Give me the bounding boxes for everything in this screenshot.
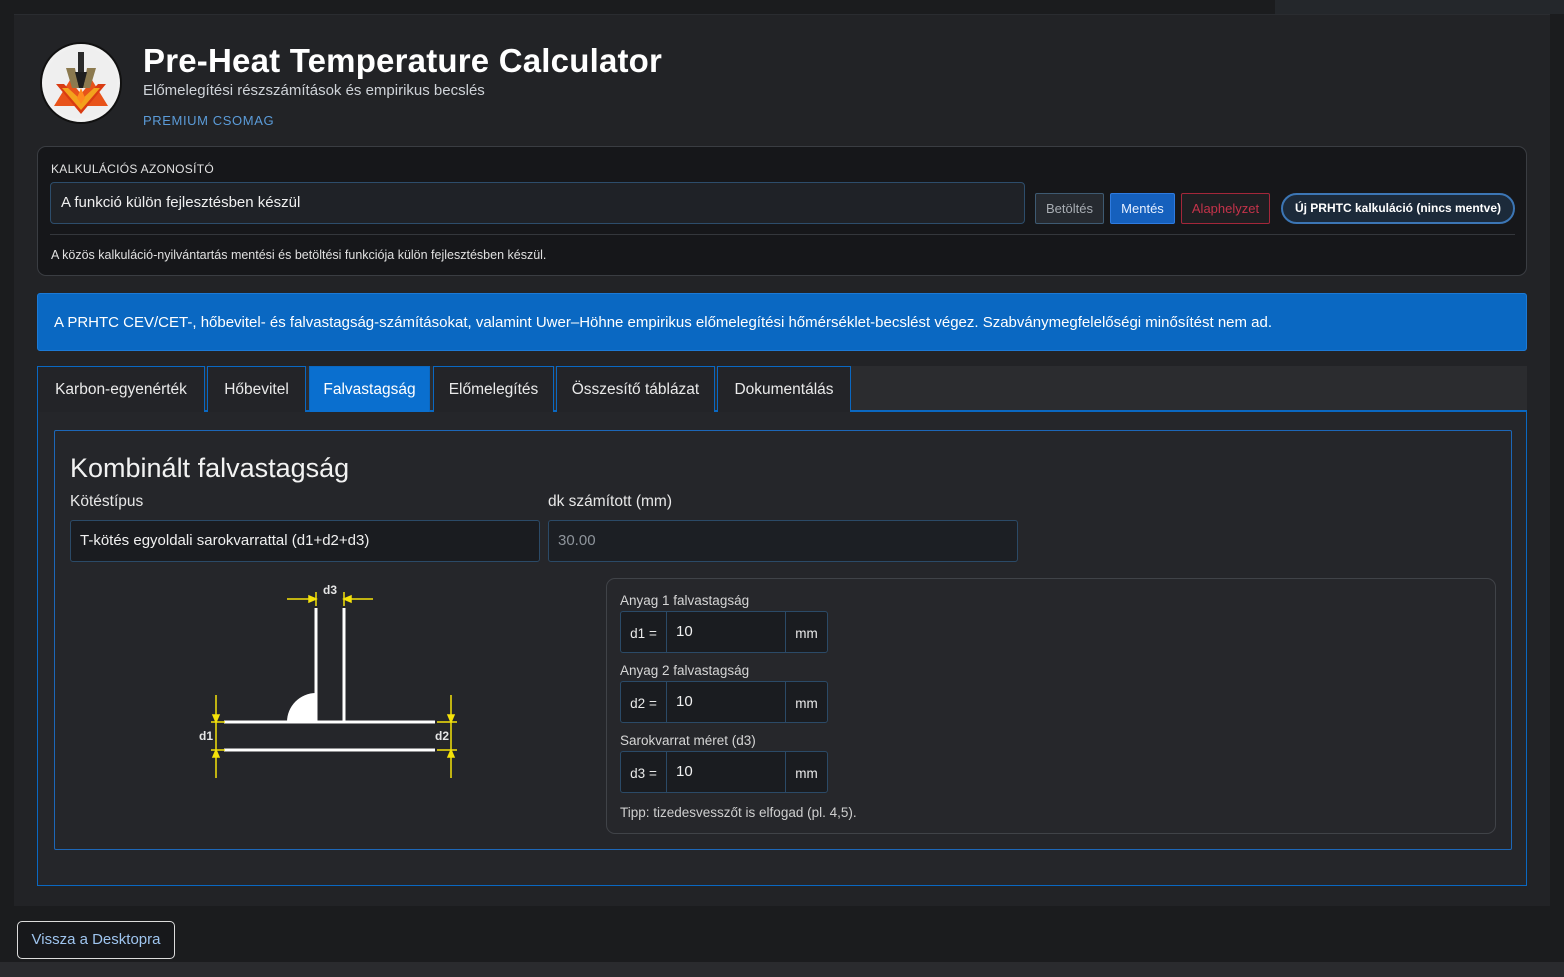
load-button[interactable]: Betöltés — [1035, 193, 1104, 224]
d2-label: d2 — [435, 729, 449, 743]
tab-summary-table[interactable]: Összesítő táblázat — [556, 366, 715, 412]
joint-type-label: Kötéstípus — [70, 493, 144, 510]
d2-unit: mm — [785, 681, 828, 723]
window-bottom-strip — [0, 962, 1564, 977]
window-top-bar — [1275, 0, 1564, 14]
d1-input-group: d1 = 10 mm — [620, 611, 828, 653]
dk-label: dk számított (mm) — [548, 493, 673, 510]
info-alert: A PRHTC CEV/CET-, hőbevitel- és falvasta… — [37, 293, 1527, 351]
section-title: Kombinált falvastagság — [70, 453, 350, 483]
d3-input-group: d3 = 10 mm — [620, 751, 828, 793]
d1-input[interactable]: 10 — [666, 611, 786, 653]
material1-thickness-label: Anyag 1 falvastagság — [620, 593, 750, 608]
tab-wall-thickness[interactable]: Falvastagság — [309, 366, 430, 412]
material2-thickness-label: Anyag 2 falvastagság — [620, 663, 750, 678]
fillet-weld-shape — [287, 693, 316, 722]
thickness-input-panel: Anyag 1 falvastagság d1 = 10 mm Anyag 2 … — [606, 578, 1496, 834]
tab-bar: Karbon-egyenérték Hőbevitel Falvastagság… — [37, 366, 1527, 412]
app-title: Pre-Heat Temperature Calculator — [143, 42, 663, 79]
tab-preheat[interactable]: Előmelegítés — [433, 366, 554, 412]
t-joint-diagram: d3 d1 d2 — [199, 583, 457, 778]
decimal-tip: Tipp: tizedesvesszőt is elfogad (pl. 4,5… — [620, 805, 857, 820]
d1-label: d1 — [199, 729, 213, 743]
d2-input-group: d2 = 10 mm — [620, 681, 828, 723]
tab-heat-input[interactable]: Hőbevitel — [207, 366, 306, 412]
new-calculation-button[interactable]: Új PRHTC kalkuláció (nincs mentve) — [1281, 193, 1515, 224]
back-to-desktop-button[interactable]: Vissza a Desktopra — [17, 921, 175, 959]
reset-button[interactable]: Alaphelyzet — [1181, 193, 1270, 224]
tab-carbon-equivalent[interactable]: Karbon-egyenérték — [37, 366, 205, 412]
app-logo-icon — [40, 42, 122, 124]
app-window: Pre-Heat Temperature Calculator Előmeleg… — [14, 14, 1550, 906]
d3-label: d3 — [323, 583, 337, 597]
calc-id-panel: KALKULÁCIÓS AZONOSÍTÓ A funkció külön fe… — [37, 146, 1527, 276]
dk-calculated-field: 30.00 — [548, 520, 1018, 562]
calc-id-note: A közös kalkuláció-nyilvántartás mentési… — [51, 248, 547, 262]
combined-thickness-card: Kombinált falvastagság Kötéstípus dk szá… — [54, 430, 1512, 850]
app-subtitle: Előmelegítési részszámítások és empiriku… — [143, 82, 485, 99]
d1-unit: mm — [785, 611, 828, 653]
fillet-size-label: Sarokvarrat méret (d3) — [620, 733, 756, 748]
tab-documentation[interactable]: Dokumentálás — [717, 366, 851, 412]
tab-content: Kombinált falvastagság Kötéstípus dk szá… — [37, 412, 1527, 886]
window-top-strip — [0, 0, 1564, 14]
joint-type-select[interactable]: T-kötés egyoldali sarokvarrattal (d1+d2+… — [70, 520, 540, 562]
d2-prefix: d2 = — [620, 681, 667, 723]
calc-id-label: KALKULÁCIÓS AZONOSÍTÓ — [51, 162, 215, 176]
calc-id-input[interactable]: A funkció külön fejlesztésben készül — [50, 182, 1025, 224]
divider — [50, 234, 1515, 235]
d3-input[interactable]: 10 — [666, 751, 786, 793]
d3-unit: mm — [785, 751, 828, 793]
d1-prefix: d1 = — [620, 611, 667, 653]
d3-prefix: d3 = — [620, 751, 667, 793]
d2-input[interactable]: 10 — [666, 681, 786, 723]
premium-badge: PREMIUM CSOMAG — [143, 113, 275, 128]
save-button[interactable]: Mentés — [1110, 193, 1175, 224]
